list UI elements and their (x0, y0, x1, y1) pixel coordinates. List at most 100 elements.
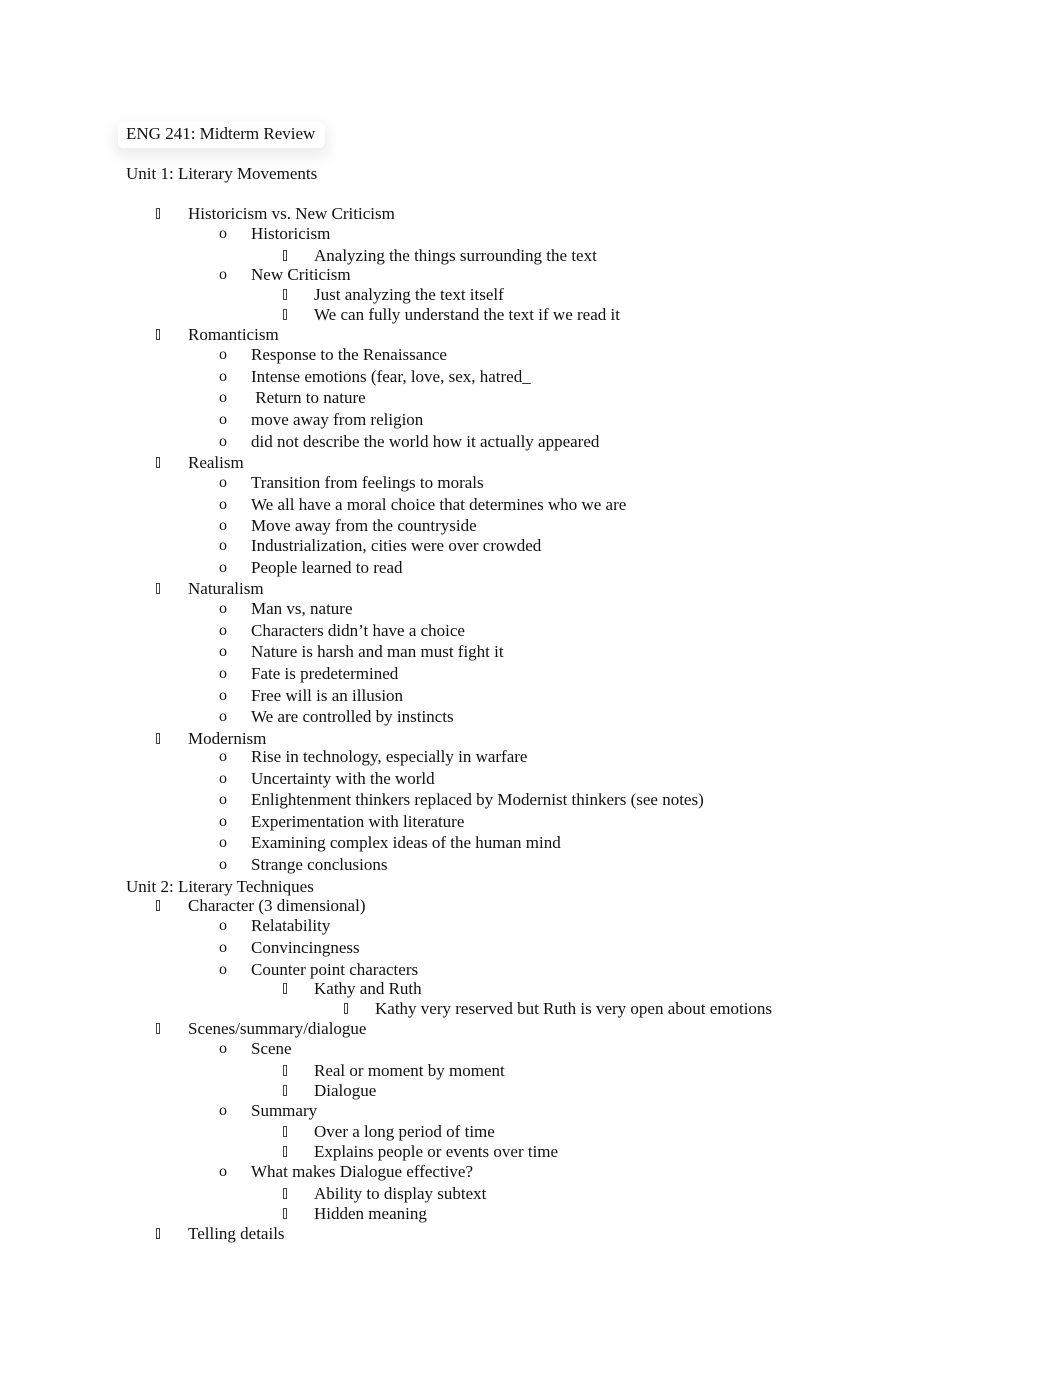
list-item-level-2: o move away from religion (0, 410, 1062, 430)
list-item-level-2: o We all have a moral choice that determi… (0, 495, 1062, 515)
list-item-text: Convincingness (251, 938, 360, 957)
box-bullet-icon (156, 1228, 160, 1239)
circle-bullet-icon: o (219, 856, 227, 873)
list-item-level-2: o Scene (0, 1039, 1062, 1059)
list-item-text: move away from religion (251, 410, 424, 429)
circle-bullet-icon: o (219, 496, 227, 513)
circle-bullet-icon: o (219, 665, 227, 682)
list-item-text: Free will is an illusion (251, 686, 404, 705)
circle-bullet-icon: o (219, 559, 227, 576)
list-item-level-2: o Man vs, nature (0, 599, 1062, 619)
list-item-text: Transition from feelings to morals (251, 473, 484, 492)
list-item-level-2: o Strange conclusions (0, 855, 1062, 875)
list-item-level-3: Kathy and Ruth (0, 979, 1062, 999)
circle-bullet-icon: o (219, 834, 227, 851)
list-item-level-3: Real or moment by moment (0, 1061, 1062, 1081)
list-item-level-2: o Move away from the countryside (0, 516, 1062, 536)
circle-bullet-icon: o (219, 1163, 227, 1180)
circle-bullet-icon: o (219, 708, 227, 725)
list-item-text: New Criticism (251, 265, 351, 284)
document-page: ENG 241: Midterm Review Unit 1: Literary… (0, 0, 1062, 1377)
list-item-text: Realism (188, 453, 244, 472)
list-item-text: Telling details (188, 1224, 285, 1243)
list-item-text: Return to nature (251, 388, 366, 407)
list-item-level-2: o We are controlled by instincts (0, 707, 1062, 727)
list-item-text: We can fully understand the text if we r… (314, 305, 620, 324)
list-item-level-2: o Enlightenment thinkers replaced by Mode… (0, 790, 1062, 810)
list-item-level-2: o What makes Dialogue effective? (0, 1162, 1062, 1182)
list-item-text: Romanticism (188, 325, 279, 344)
box-bullet-icon (283, 309, 287, 320)
list-item-level-1: Romanticism (0, 325, 1062, 345)
list-item-level-2: o Examining complex ideas of the human mi… (0, 833, 1062, 853)
circle-bullet-icon: o (219, 622, 227, 639)
box-bullet-icon (156, 583, 160, 594)
list-item-level-1: Modernism (0, 729, 1062, 749)
list-item-level-1: Scenes/summary/dialogue (0, 1019, 1062, 1039)
list-item-text: Real or moment by moment (314, 1061, 505, 1080)
list-item-text: We all have a moral choice that determin… (251, 495, 627, 514)
list-item-level-2: o Historicism (0, 224, 1062, 244)
circle-bullet-icon: o (219, 748, 227, 765)
box-bullet-icon (283, 1126, 287, 1137)
circle-bullet-icon: o (219, 961, 227, 978)
circle-bullet-icon: o (219, 1102, 227, 1119)
list-item-text: Explains people or events over time (314, 1142, 559, 1161)
list-item-text: We are controlled by instincts (251, 707, 454, 726)
list-item-text: Over a long period of time (314, 1122, 495, 1141)
list-item-level-4: Kathy very reserved but Ruth is very ope… (0, 999, 1062, 1019)
list-item-text: Naturalism (188, 579, 264, 598)
list-item-text: Characters didn’t have a choice (251, 621, 465, 640)
circle-bullet-icon: o (219, 368, 227, 385)
box-bullet-icon (283, 1085, 287, 1096)
list-item-text: did not describe the world how it actual… (251, 432, 600, 451)
list-item-text: Response to the Renaissance (251, 345, 447, 364)
list-item-level-3: Ability to display subtext (0, 1184, 1062, 1204)
list-item-level-2: o did not describe the world how it actua… (0, 432, 1062, 452)
circle-bullet-icon: o (219, 791, 227, 808)
box-bullet-icon (156, 457, 160, 468)
circle-bullet-icon: o (219, 687, 227, 704)
list-item-level-1: Character (3 dimensional) (0, 896, 1062, 916)
circle-bullet-icon: o (219, 1040, 227, 1057)
list-item-text: Historicism vs. New Criticism (188, 204, 395, 223)
circle-bullet-icon: o (219, 474, 227, 491)
circle-bullet-icon: o (219, 600, 227, 617)
list-item-text: Kathy and Ruth (314, 979, 422, 998)
list-item-text: Enlightenment thinkers replaced by Moder… (251, 790, 704, 809)
list-item-level-1: Naturalism (0, 579, 1062, 599)
list-item-level-2: o Uncertainty with the world (0, 769, 1062, 789)
list-item-text: Fate is predetermined (251, 664, 399, 683)
list-item-text: Relatability (251, 916, 331, 935)
list-item-level-2: o Relatability (0, 916, 1062, 936)
list-item-level-3: We can fully understand the text if we r… (0, 305, 1062, 325)
list-item-level-3: Explains people or events over time (0, 1142, 1062, 1162)
box-bullet-icon (283, 1065, 287, 1076)
list-item-text: Intense emotions (fear, love, sex, hatre… (251, 367, 531, 386)
list-item-level-3: Dialogue (0, 1081, 1062, 1101)
box-bullet-icon (344, 1003, 348, 1014)
list-item-level-2: o Summary (0, 1101, 1062, 1121)
list-item-level-2: o Response to the Renaissance (0, 345, 1062, 365)
list-item-text: People learned to read (251, 558, 403, 577)
list-item-text: Industrialization, cities were over crow… (251, 536, 542, 555)
circle-bullet-icon: o (219, 411, 227, 428)
list-item-text: Man vs, nature (251, 599, 353, 618)
document-title: ENG 241: Midterm Review (126, 124, 316, 143)
circle-bullet-icon: o (219, 389, 227, 406)
circle-bullet-icon: o (219, 346, 227, 363)
circle-bullet-icon: o (219, 813, 227, 830)
list-item-text: Historicism (251, 224, 331, 243)
list-item-text: Ability to display subtext (314, 1184, 487, 1203)
list-item-text: Nature is harsh and man must fight it (251, 642, 504, 661)
list-item-level-2: o Return to nature (0, 388, 1062, 408)
box-bullet-icon (283, 289, 287, 300)
box-bullet-icon (156, 329, 160, 340)
circle-bullet-icon: o (219, 917, 227, 934)
list-item-text: Examining complex ideas of the human min… (251, 833, 561, 852)
list-item-level-3: Hidden meaning (0, 1204, 1062, 1224)
list-item-text: Move away from the countryside (251, 516, 477, 535)
circle-bullet-icon: o (219, 537, 227, 554)
list-item-text: Counter point characters (251, 960, 419, 979)
circle-bullet-icon: o (219, 266, 227, 283)
